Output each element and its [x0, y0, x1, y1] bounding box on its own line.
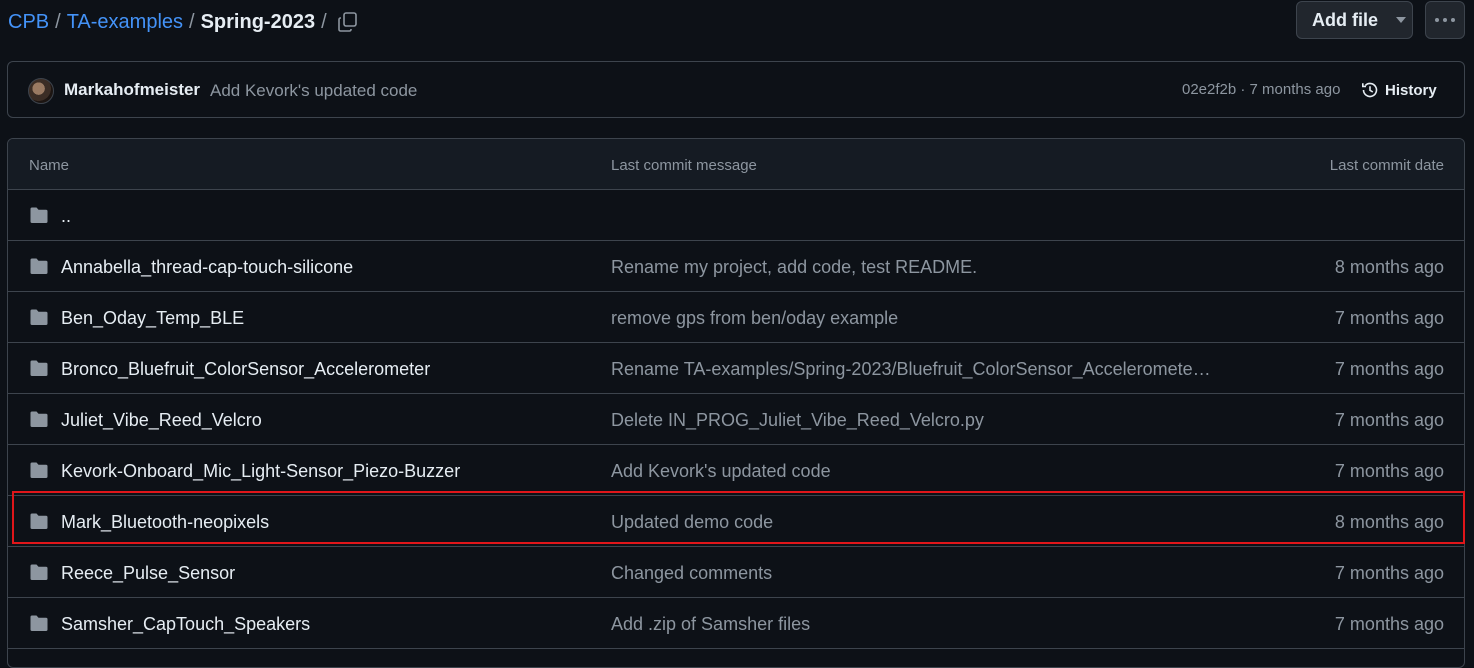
commit-message-link[interactable]: remove gps from ben/oday example: [611, 308, 898, 329]
folder-name-link[interactable]: Ben_Oday_Temp_BLE: [61, 308, 244, 329]
kebab-horizontal-icon: [1435, 18, 1455, 22]
folder-icon: [30, 564, 48, 580]
file-table: Name Last commit message Last commit dat…: [7, 138, 1465, 668]
breadcrumb-repo-link[interactable]: CPB: [8, 11, 49, 34]
folder-icon: [30, 258, 48, 274]
commit-date: 8 months ago: [1334, 257, 1444, 277]
commit-date: 7 months ago: [1334, 410, 1444, 430]
history-icon: [1362, 82, 1378, 98]
breadcrumb-separator: /: [55, 11, 61, 33]
breadcrumb-folder-link[interactable]: TA-examples: [67, 11, 183, 34]
folder-name-link[interactable]: Reece_Pulse_Sensor: [61, 563, 235, 584]
commit-date: 8 months ago: [1334, 512, 1444, 532]
commit-message-link[interactable]: Delete IN_PROG_Juliet_Vibe_Reed_Velcro.p…: [611, 410, 984, 431]
top-bar: CPB / TA-examples / Spring-2023 / Add fi…: [0, 0, 1474, 44]
folder-icon: [30, 360, 48, 376]
breadcrumb-current: Spring-2023: [200, 11, 316, 33]
folder-icon: [30, 462, 48, 478]
commit-date: 7 months ago: [1334, 359, 1444, 379]
table-row[interactable]: Samsher_CapTouch_Speakers Add .zip of Sam…: [8, 598, 1464, 649]
table-row[interactable]: Reece_Pulse_Sensor Changed comments 7 mont…: [8, 547, 1464, 598]
commit-date: 7 months ago: [1334, 614, 1444, 634]
commit-message-link[interactable]: Rename my project, add code, test README…: [611, 257, 977, 278]
table-row[interactable]: Ben_Oday_Temp_BLE remove gps from ben/oda…: [8, 292, 1464, 343]
add-file-label: Add file: [1312, 9, 1378, 30]
avatar[interactable]: [28, 78, 54, 104]
commit-message-link[interactable]: Changed comments: [611, 563, 772, 584]
add-file-button[interactable]: Add file: [1296, 1, 1413, 39]
commit-meta[interactable]: 02e2f2b · 7 months ago: [1182, 81, 1340, 98]
breadcrumb: CPB / TA-examples / Spring-2023 /: [8, 11, 333, 34]
latest-commit-bar: Markahofmeister Add Kevork's updated cod…: [7, 61, 1465, 118]
header-name: Name: [29, 157, 70, 174]
chevron-down-icon: [1396, 17, 1406, 23]
history-label: History: [1385, 81, 1437, 99]
more-options-button[interactable]: [1425, 1, 1465, 39]
table-header: Name Last commit message Last commit dat…: [8, 139, 1464, 190]
commit-message[interactable]: Add Kevork's updated code: [210, 81, 417, 101]
folder-icon: [30, 207, 48, 223]
parent-directory-row[interactable]: ..: [8, 190, 1464, 241]
folder-name-link[interactable]: Mark_Bluetooth-neopixels: [61, 512, 269, 533]
folder-icon: [30, 615, 48, 631]
commit-message-link[interactable]: Add .zip of Samsher files: [611, 614, 810, 635]
copy-icon: [338, 12, 357, 32]
folder-name-link[interactable]: Juliet_Vibe_Reed_Velcro: [61, 410, 262, 431]
folder-name-link[interactable]: Bronco_Bluefruit_ColorSensor_Acceleromet…: [61, 359, 430, 380]
table-row[interactable]: Kevork-Onboard_Mic_Light-Sensor_Piezo-Bu…: [8, 445, 1464, 496]
folder-icon: [30, 309, 48, 325]
folder-icon: [30, 411, 48, 427]
parent-directory-link[interactable]: ..: [61, 206, 71, 227]
commit-message-link[interactable]: Updated demo code: [611, 512, 773, 533]
breadcrumb-separator: /: [321, 11, 327, 33]
header-last-commit-message: Last commit message: [611, 157, 757, 174]
folder-icon: [30, 513, 48, 529]
commit-author[interactable]: Markahofmeister: [64, 80, 200, 100]
breadcrumb-separator: /: [189, 11, 195, 33]
folder-name-link[interactable]: Kevork-Onboard_Mic_Light-Sensor_Piezo-Bu…: [61, 461, 460, 482]
folder-name-link[interactable]: Annabella_thread-cap-touch-silicone: [61, 257, 353, 278]
commit-message-link[interactable]: Rename TA-examples/Spring-2023/Bluefruit…: [611, 359, 1211, 380]
table-row[interactable]: Juliet_Vibe_Reed_Velcro Delete IN_PROG_Ju…: [8, 394, 1464, 445]
table-row[interactable]: Bronco_Bluefruit_ColorSensor_Acceleromet…: [8, 343, 1464, 394]
table-row[interactable]: Annabella_thread-cap-touch-silicone Renam…: [8, 241, 1464, 292]
commit-message-link[interactable]: Add Kevork's updated code: [611, 461, 831, 482]
commit-date: 7 months ago: [1334, 461, 1444, 481]
history-button[interactable]: History: [1360, 80, 1437, 100]
commit-date: 7 months ago: [1334, 308, 1444, 328]
table-row[interactable]: Mark_Bluetooth-neopixels Updated demo cod…: [8, 496, 1464, 547]
folder-name-link[interactable]: Samsher_CapTouch_Speakers: [61, 614, 310, 635]
copy-path-button[interactable]: [336, 10, 360, 34]
header-last-commit-date: Last commit date: [1329, 157, 1444, 174]
commit-date: 7 months ago: [1334, 563, 1444, 583]
